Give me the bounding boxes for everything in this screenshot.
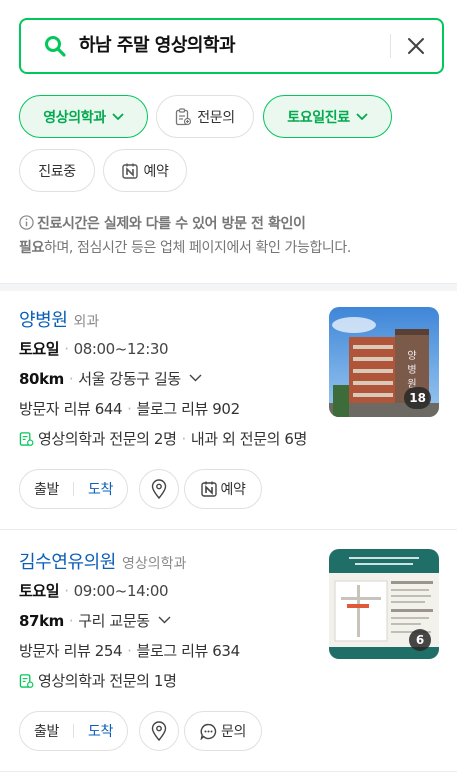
map-pin-icon [151, 721, 167, 741]
place-category: 영상의학과 [121, 556, 187, 572]
filter-chip-reservation[interactable]: 예약 [103, 149, 187, 192]
distance: 80km [19, 370, 64, 388]
filter-chip-label: 전문의 [197, 109, 235, 126]
notice-bold-text-2: 필요 [19, 240, 44, 256]
notice-text: 하며, 점심시간 등은 업체 페이지에서 확인 가능합니다. [43, 240, 351, 256]
search-input[interactable]: 하남 주말 영상의학과 [79, 20, 236, 72]
hours-notice: 진료시간은 실제와 다를 수 있어 방문 전 확인이필요하며, 점심시간 등은 … [19, 212, 444, 260]
reservation-label: 예약 [220, 482, 246, 498]
chevron-down-icon [112, 112, 124, 120]
open-day: 토요일 [19, 582, 60, 600]
info-icon [19, 215, 34, 230]
map-pin-button[interactable] [139, 469, 179, 509]
arrive-button[interactable]: 도착 [74, 721, 127, 741]
specialists-extra: 내과 외 전문의 6명 [190, 430, 307, 448]
chat-bubble-icon [200, 723, 217, 740]
naver-n-icon [121, 163, 138, 179]
filter-chip-label: 진료중 [38, 163, 76, 180]
filter-chip-specialist[interactable]: 전문의 [156, 95, 254, 138]
section-divider [0, 283, 457, 291]
filter-chip-radiology[interactable]: 영상의학과 [19, 95, 148, 138]
open-hours: 08:00~12:30 [73, 340, 169, 358]
map-pin-button[interactable] [139, 711, 179, 751]
doctor-clipboard-icon [176, 107, 192, 125]
doctor-clipboard-icon [19, 674, 34, 688]
chevron-down-icon [356, 112, 368, 120]
close-icon[interactable] [404, 34, 428, 58]
place-photo[interactable]: 6 [329, 549, 439, 659]
naver-n-icon [200, 481, 217, 497]
chevron-down-icon [189, 374, 202, 382]
route-button-group: 출발 도착 [19, 469, 128, 509]
route-button-group: 출발 도착 [19, 711, 128, 751]
chevron-down-icon [158, 616, 171, 624]
filter-chip-saturday[interactable]: 토요일진료 [263, 95, 392, 138]
search-divider [390, 34, 391, 58]
notice-bold-text: 진료시간은 실제와 다를 수 있어 방문 전 확인이 [37, 216, 306, 232]
search-box[interactable]: 하남 주말 영상의학과 [19, 18, 444, 74]
map-pin-icon [151, 479, 167, 499]
depart-button[interactable]: 출발 [20, 721, 73, 741]
doctor-clipboard-icon [19, 432, 34, 446]
place-category: 외과 [73, 314, 100, 330]
place-photo[interactable]: 양 병 원 18 [329, 307, 439, 417]
specialist-line: 영상의학과 전문의 1명 [19, 666, 439, 696]
open-day: 토요일 [19, 340, 60, 358]
place-name[interactable]: 김수연유의원 [19, 552, 116, 573]
open-hours: 09:00~14:00 [73, 582, 169, 600]
distance: 87km [19, 612, 64, 630]
photo-count: 6 [409, 629, 431, 651]
svg-text:병: 병 [407, 364, 416, 376]
address: 구리 교문동 [78, 612, 150, 630]
inquiry-button[interactable]: 문의 [184, 711, 262, 751]
inquiry-label: 문의 [221, 724, 246, 740]
filter-chip-label: 영상의학과 [43, 109, 106, 126]
filter-chip-label: 토요일진료 [287, 109, 350, 126]
blog-reviews[interactable]: 블로그 리뷰 902 [137, 400, 241, 418]
visitor-reviews[interactable]: 방문자 리뷰 254 [19, 642, 123, 660]
blog-reviews[interactable]: 블로그 리뷰 634 [137, 642, 241, 660]
depart-button[interactable]: 출발 [20, 479, 73, 499]
arrive-button[interactable]: 도착 [74, 479, 127, 499]
filter-chip-open-now[interactable]: 진료중 [19, 149, 95, 192]
reservation-button[interactable]: 예약 [184, 469, 262, 509]
filter-chip-label: 예약 [143, 163, 169, 180]
photo-count: 18 [404, 387, 431, 409]
address: 서울 강동구 길동 [78, 370, 181, 388]
visitor-reviews[interactable]: 방문자 리뷰 644 [19, 400, 123, 418]
place-name[interactable]: 양병원 [19, 310, 68, 331]
card-divider [0, 529, 457, 530]
specialists: 영상의학과 전문의 1명 [38, 672, 177, 690]
search-icon [45, 36, 66, 57]
card-divider [0, 771, 457, 772]
svg-text:양: 양 [407, 350, 416, 362]
specialists: 영상의학과 전문의 2명 [38, 430, 177, 448]
specialist-line: 영상의학과 전문의 2명 · 내과 외 전문의 6명 [19, 424, 439, 454]
